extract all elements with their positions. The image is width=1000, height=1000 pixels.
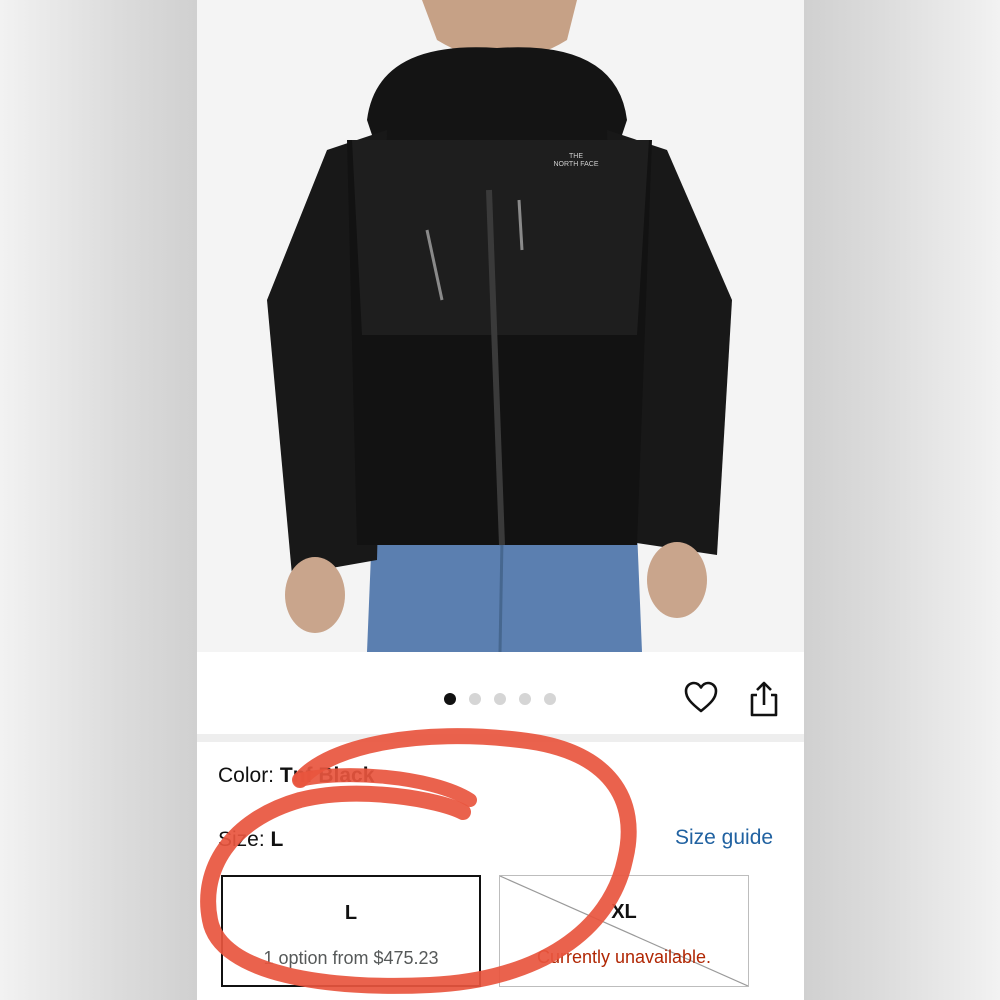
- size-value: L: [270, 828, 284, 851]
- unavailable-strike: [500, 876, 748, 986]
- product-page: THE NORTH FACE Color: Tnf Black Size: L …: [197, 0, 804, 1000]
- right-backdrop: [803, 0, 1000, 1000]
- product-image[interactable]: THE NORTH FACE: [197, 0, 804, 652]
- size-option-name: L: [344, 902, 358, 924]
- carousel-dot[interactable]: [469, 693, 481, 705]
- color-row: Color: Tnf Black: [218, 764, 374, 788]
- carousel-dot[interactable]: [544, 693, 556, 705]
- carousel-dot[interactable]: [444, 693, 456, 705]
- carousel-dots: [444, 693, 556, 705]
- svg-text:THE: THE: [569, 153, 583, 160]
- size-option-l[interactable]: L 1 option from $475.23: [221, 875, 481, 987]
- size-option-status: Currently unavailable.: [536, 947, 712, 967]
- section-divider: [197, 734, 804, 742]
- size-option-name: XL: [611, 901, 637, 923]
- carousel-dot[interactable]: [519, 693, 531, 705]
- image-controls: [197, 652, 804, 734]
- size-option-xl[interactable]: XL Currently unavailable.: [499, 875, 749, 987]
- size-row: Size: L: [218, 828, 283, 852]
- share-icon[interactable]: [747, 680, 781, 718]
- color-label: Color:: [218, 764, 275, 787]
- size-label: Size:: [218, 828, 265, 851]
- size-guide-link[interactable]: Size guide: [675, 826, 773, 850]
- svg-text:NORTH FACE: NORTH FACE: [554, 161, 599, 168]
- carousel-dot[interactable]: [494, 693, 506, 705]
- variation-section: Color: Tnf Black Size: L Size guide L 1 …: [197, 742, 804, 1000]
- left-backdrop: [0, 0, 197, 1000]
- heart-icon[interactable]: [683, 680, 719, 716]
- jacket-photo: THE NORTH FACE: [197, 0, 804, 652]
- size-option-price: 1 option from $475.23: [263, 948, 439, 968]
- color-value: Tnf Black: [279, 764, 375, 787]
